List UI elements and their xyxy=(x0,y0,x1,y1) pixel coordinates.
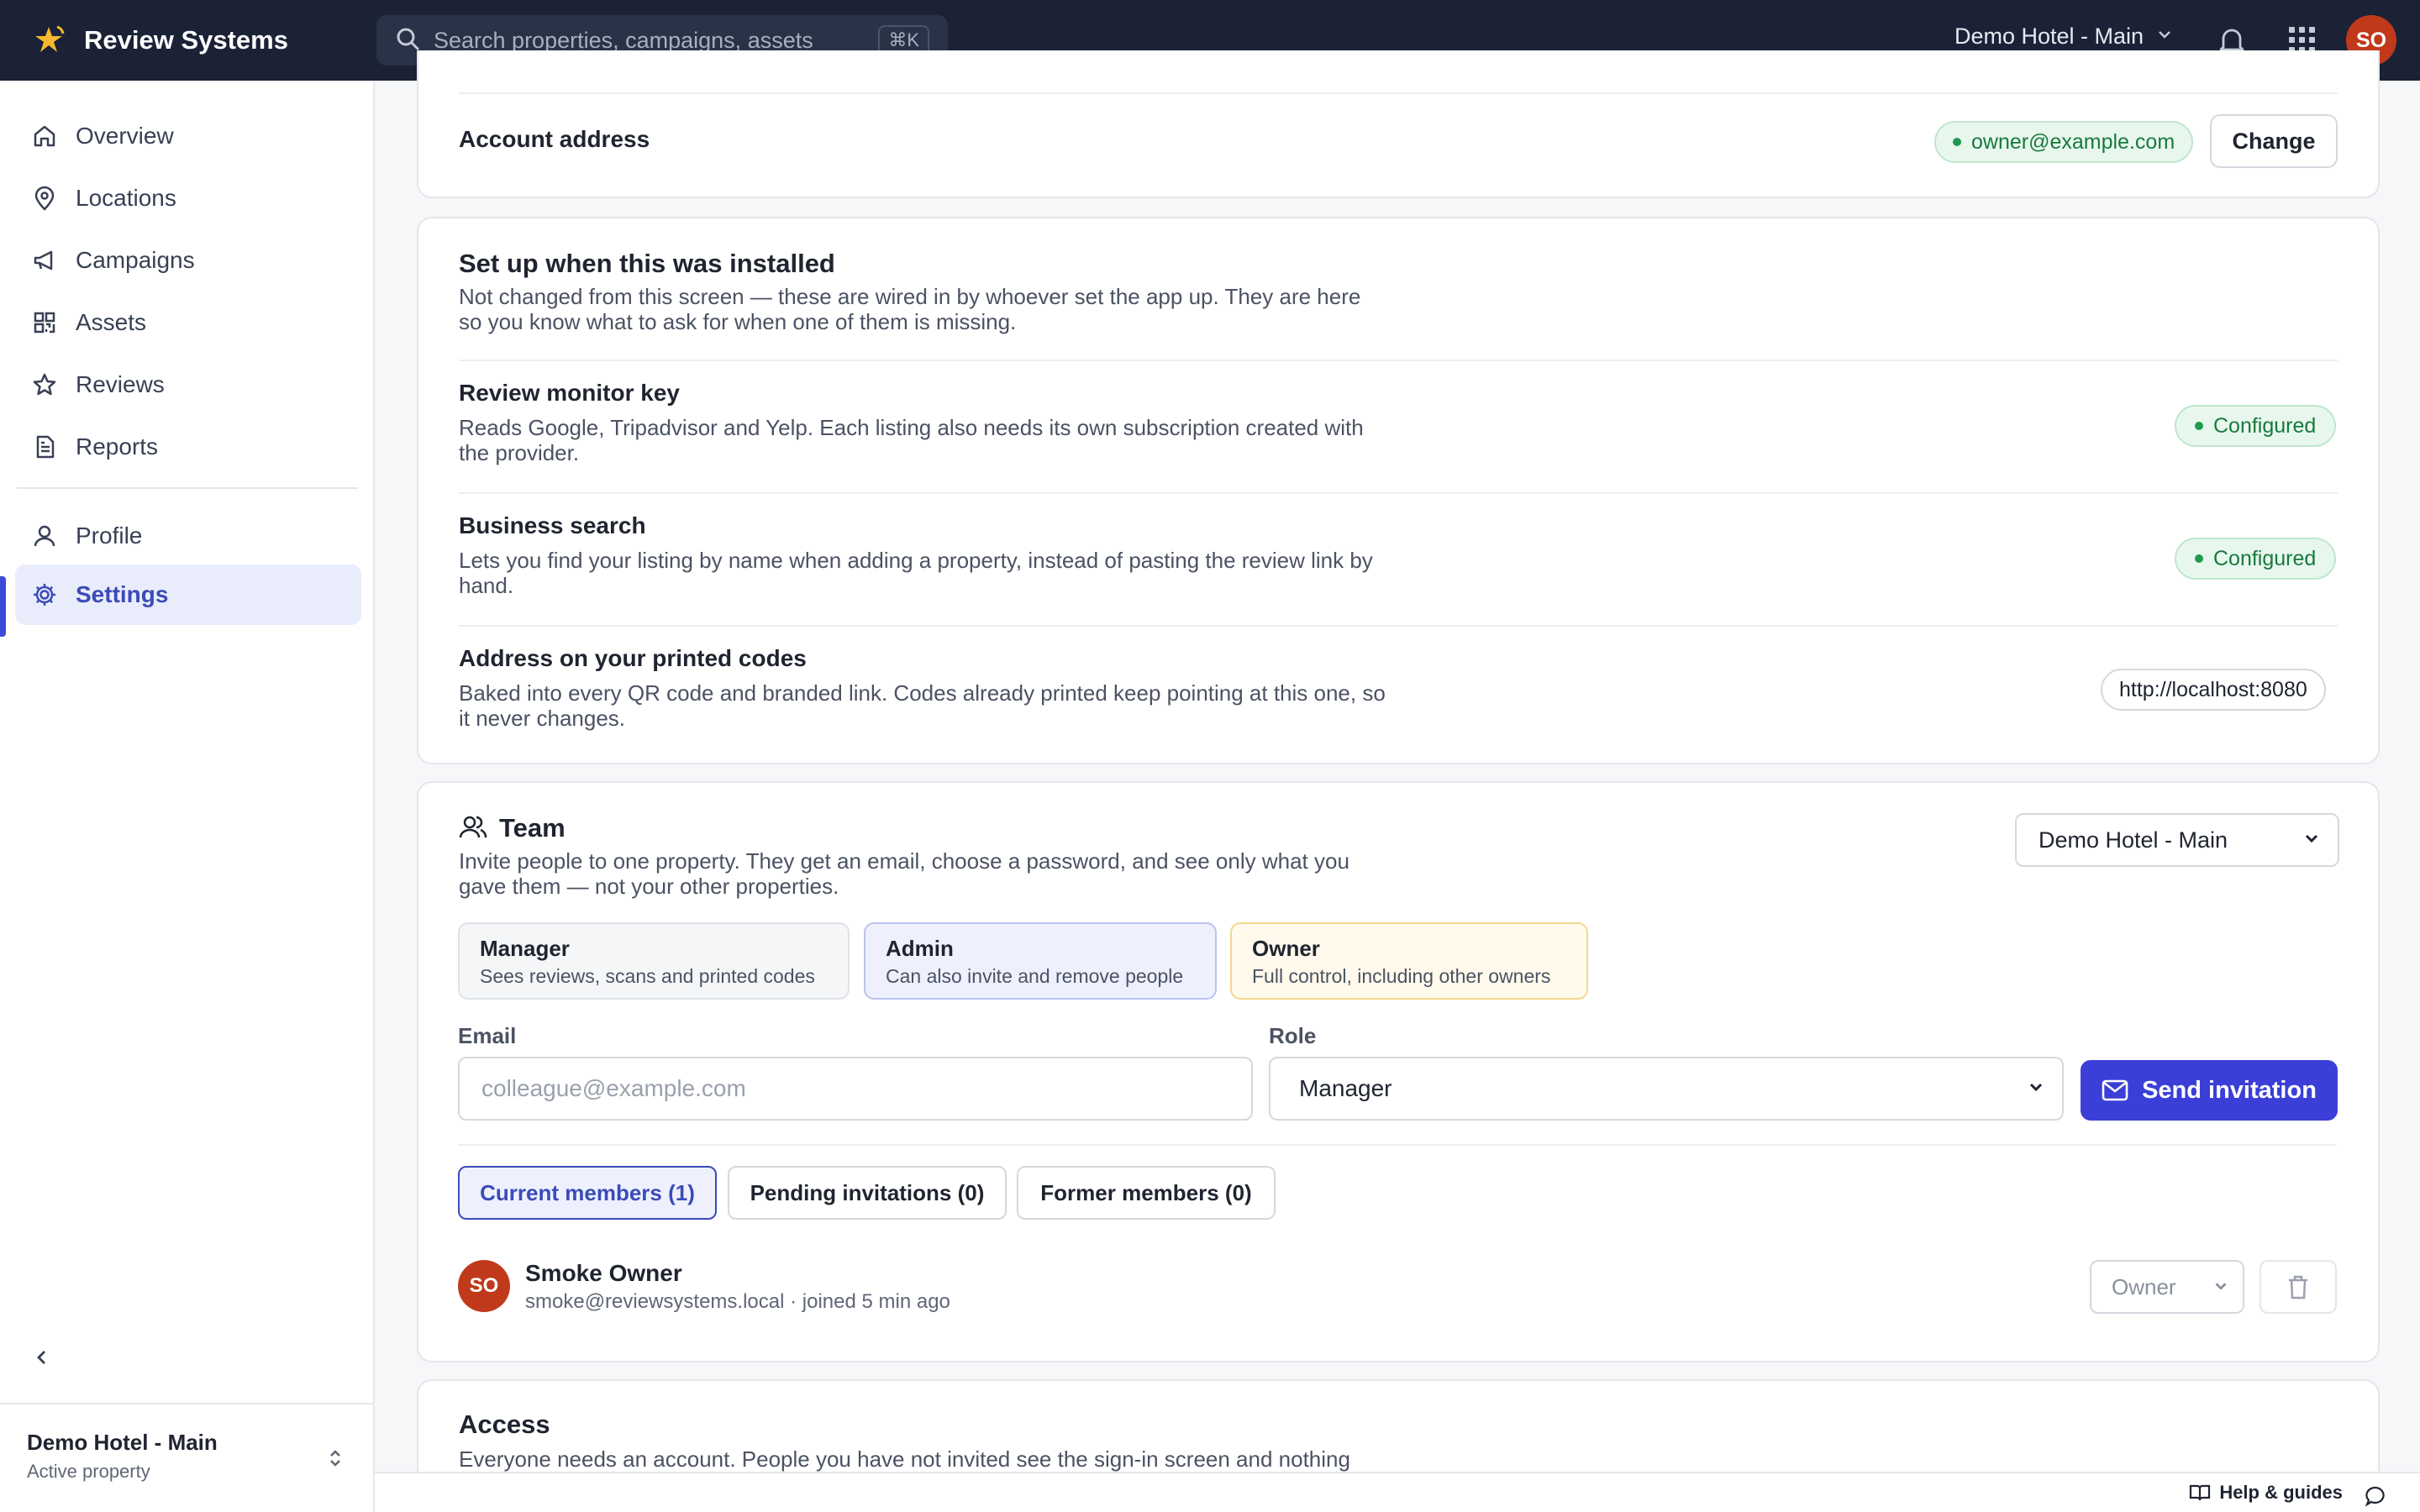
active-property-switcher[interactable]: Demo Hotel - Main Active property xyxy=(0,1403,373,1512)
role-card-owner: Owner Full control, including other owne… xyxy=(1230,922,1588,1000)
printed-codes-description: Baked into every QR code and branded lin… xyxy=(459,680,1386,731)
setup-title: Set up when this was installed xyxy=(459,249,835,278)
sidebar: Overview Locations Campaigns Assets Revi… xyxy=(0,81,375,1512)
tab-former-members[interactable]: Former members (0) xyxy=(1017,1166,1276,1220)
chevron-down-icon xyxy=(2212,1274,2229,1300)
change-address-button[interactable]: Change xyxy=(2210,114,2338,168)
active-property-status: Active property xyxy=(27,1461,150,1482)
app-name: Review Systems xyxy=(84,25,288,55)
chevron-left-icon xyxy=(32,1347,52,1372)
document-icon xyxy=(30,433,59,461)
member-row: SO Smoke Owner smoke@reviewsystems.local… xyxy=(458,1260,2337,1314)
home-icon xyxy=(30,122,59,150)
chevron-down-icon xyxy=(2027,1075,2045,1102)
sidebar-divider xyxy=(17,487,358,489)
sidebar-item-label: Reports xyxy=(76,433,159,459)
setup-card: Set up when this was installed Not chang… xyxy=(417,217,2380,764)
printed-codes-address-value: http://localhost:8080 xyxy=(2101,669,2326,711)
sidebar-item-label: Overview xyxy=(76,123,174,149)
sidebar-item-label: Campaigns xyxy=(76,247,195,273)
map-pin-icon xyxy=(30,184,59,213)
active-indicator xyxy=(0,576,6,637)
chevron-down-icon xyxy=(2155,24,2174,50)
sidebar-item-locations[interactable]: Locations xyxy=(15,168,361,228)
member-meta: smoke@reviewsystems.local · joined 5 min… xyxy=(525,1290,950,1313)
member-avatar: SO xyxy=(458,1260,510,1312)
star-icon xyxy=(30,370,59,399)
collapse-sidebar-button[interactable] xyxy=(25,1342,59,1376)
printed-codes-title: Address on your printed codes xyxy=(459,645,807,671)
chat-icon[interactable] xyxy=(2365,1485,2386,1507)
sidebar-item-label: Locations xyxy=(76,185,176,211)
email-field[interactable]: colleague@example.com xyxy=(458,1057,1253,1121)
divider xyxy=(459,492,2338,494)
sidebar-item-assets[interactable]: Assets xyxy=(15,292,361,353)
account-email-badge: owner@example.com xyxy=(1934,121,2194,163)
account-address-label: Account address xyxy=(459,126,650,152)
help-guides-link[interactable]: Help & guides xyxy=(2189,1482,2343,1504)
team-description: Invite people to one property. They get … xyxy=(459,848,1349,899)
access-description: Everyone needs an account. People you ha… xyxy=(459,1446,1350,1472)
access-title: Access xyxy=(459,1410,550,1439)
remove-member-button[interactable] xyxy=(2260,1260,2337,1314)
review-monitor-status-badge: Configured xyxy=(2175,405,2337,447)
book-icon xyxy=(2189,1483,2211,1503)
member-name: Smoke Owner xyxy=(525,1260,682,1286)
sidebar-item-overview[interactable]: Overview xyxy=(15,106,361,166)
user-icon xyxy=(30,522,59,550)
divider xyxy=(459,92,2338,94)
status-dot xyxy=(2195,554,2203,563)
status-dot xyxy=(2195,422,2203,430)
email-field-label: Email xyxy=(458,1023,517,1048)
divider xyxy=(459,360,2338,361)
review-monitor-title: Review monitor key xyxy=(459,380,680,406)
help-bar: Help & guides xyxy=(375,1472,2420,1512)
property-switcher-label: Demo Hotel - Main xyxy=(1954,24,2144,49)
gear-icon xyxy=(30,580,59,609)
sidebar-item-reports[interactable]: Reports xyxy=(15,417,361,477)
active-property-name: Demo Hotel - Main xyxy=(27,1430,218,1455)
search-placeholder: Search properties, campaigns, assets xyxy=(434,27,813,53)
business-search-title: Business search xyxy=(459,512,646,538)
role-field-label: Role xyxy=(1269,1023,1317,1048)
setup-description: Not changed from this screen — these are… xyxy=(459,284,1361,334)
trash-icon xyxy=(2286,1273,2311,1300)
team-property-select[interactable]: Demo Hotel - Main xyxy=(2015,813,2339,867)
team-title: Team xyxy=(499,813,566,843)
sidebar-item-label: Reviews xyxy=(76,371,165,397)
sidebar-item-campaigns[interactable]: Campaigns xyxy=(15,230,361,291)
status-dot xyxy=(1953,138,1961,146)
mail-icon xyxy=(2102,1079,2128,1101)
sidebar-item-label: Assets xyxy=(76,309,147,335)
business-search-status-badge: Configured xyxy=(2175,538,2337,580)
divider xyxy=(458,1144,2337,1146)
star-logo-icon xyxy=(32,22,69,59)
sidebar-item-reviews[interactable]: Reviews xyxy=(15,354,361,415)
qr-code-icon xyxy=(30,308,59,337)
sidebar-item-profile[interactable]: Profile xyxy=(15,506,361,566)
role-card-admin: Admin Can also invite and remove people xyxy=(864,922,1217,1000)
users-icon xyxy=(459,813,487,846)
chevron-up-down-icon xyxy=(326,1446,345,1474)
brand[interactable]: Review Systems xyxy=(0,22,378,59)
business-search-description: Lets you find your listing by name when … xyxy=(459,548,1373,598)
account-card: Account address owner@example.com Change xyxy=(417,50,2380,198)
sidebar-item-label: Profile xyxy=(76,522,143,549)
sidebar-item-settings[interactable]: Settings xyxy=(15,564,361,625)
property-switcher[interactable]: Demo Hotel - Main xyxy=(1954,24,2174,50)
role-select[interactable]: Manager xyxy=(1269,1057,2064,1121)
send-invitation-button[interactable]: Send invitation xyxy=(2081,1060,2338,1121)
chevron-down-icon xyxy=(2302,827,2321,853)
tab-current-members[interactable]: Current members (1) xyxy=(458,1166,717,1220)
divider xyxy=(459,625,2338,627)
member-role-select[interactable]: Owner xyxy=(2090,1260,2244,1314)
sidebar-item-label: Settings xyxy=(76,581,169,607)
tab-pending-invitations[interactable]: Pending invitations (0) xyxy=(728,1166,1007,1220)
account-email: owner@example.com xyxy=(1971,129,2175,154)
role-card-manager: Manager Sees reviews, scans and printed … xyxy=(458,922,850,1000)
review-monitor-description: Reads Google, Tripadvisor and Yelp. Each… xyxy=(459,415,1364,465)
megaphone-icon xyxy=(30,246,59,275)
